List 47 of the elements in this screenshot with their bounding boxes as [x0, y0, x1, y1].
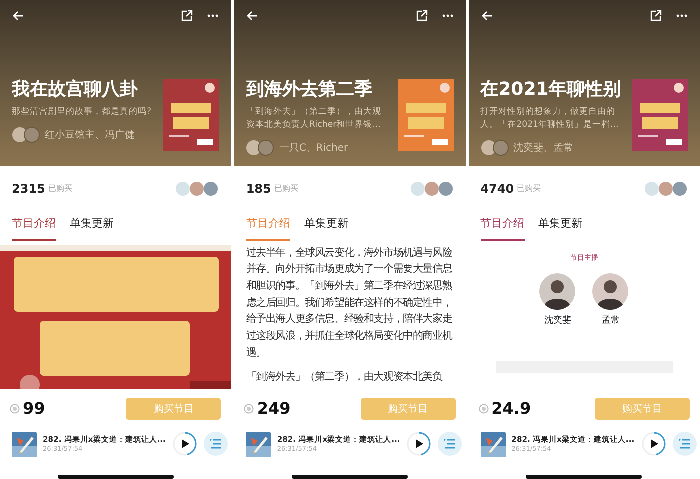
share-icon[interactable]	[650, 10, 662, 22]
tab[interactable]: 单集更新	[70, 216, 114, 240]
author-names: 沈奕斐、孟常	[514, 142, 574, 156]
buyer-avatars-icon	[410, 181, 454, 197]
price: 249	[257, 398, 291, 420]
avatar-icon[interactable]	[539, 273, 576, 310]
coin-icon	[10, 404, 20, 414]
program-description: 打开对性别的想象力，做更自由的人。「在2021年聊性别」是一档...	[480, 106, 620, 132]
playlist-icon[interactable]	[672, 432, 697, 456]
price: 24.9	[492, 398, 532, 420]
intro-paragraph: 「到海外去」（第二季），由大观资本北美负	[245, 370, 444, 386]
buyer-count: 4740	[480, 181, 514, 198]
author-names: 一只C、Richer	[279, 142, 348, 156]
playlist-icon[interactable]	[204, 432, 228, 456]
tab[interactable]: 节目介绍	[480, 216, 525, 240]
buyer-count: 2315	[12, 181, 46, 198]
tab[interactable]: 单集更新	[538, 216, 583, 240]
buyer-avatars-icon	[175, 181, 220, 197]
share-icon[interactable]	[416, 10, 428, 22]
buyer-label: 已购买	[48, 183, 72, 195]
host-name: 孟常	[602, 315, 620, 328]
buyer-label: 已购买	[517, 183, 542, 195]
price: 99	[23, 398, 46, 420]
program-description: 「到海外去」（第二季），由大观资本北美负责人Richer和世界银...	[246, 106, 382, 132]
author-avatars-icon	[12, 127, 40, 143]
coin-icon	[478, 404, 489, 414]
buyer-avatars-icon	[644, 181, 688, 197]
coin-icon	[244, 404, 254, 414]
buyer-count: 185	[246, 181, 272, 198]
program-title: 我在故宫聊八卦	[12, 79, 139, 101]
back-icon[interactable]	[12, 10, 24, 22]
avatar-icon[interactable]	[592, 273, 630, 310]
intro-paragraph: 过去半年，全球风云变化，海外市场机遇与风险并存。向外开拓市场更成为了一个需要大量信息和胆识的事。「到海外去」第二季在经过深思熟虑之后回归。我们希望能在这样的不确定性中，给予出海人更多信息、经验和支持，陪伴大家走过这段风浪，并抓住全球化格局变化中的商业机遇。	[245, 246, 454, 361]
back-icon[interactable]	[480, 10, 493, 22]
author-names: 红小豆馆主、冯广健	[45, 128, 135, 142]
playlist-icon[interactable]	[438, 432, 462, 456]
program-title: 在2021年聊性别	[480, 79, 622, 101]
back-icon[interactable]	[246, 10, 258, 22]
tab[interactable]: 单集更新	[304, 216, 348, 240]
program-title: 到海外去第二季	[246, 79, 374, 101]
share-icon[interactable]	[181, 10, 194, 22]
author-avatars-icon	[480, 140, 509, 156]
program-description: 那些清宫剧里的故事，都是真的吗?	[12, 106, 153, 119]
tab[interactable]: 节目介绍	[12, 216, 56, 240]
buyer-label: 已购买	[274, 183, 298, 195]
author-avatars-icon	[246, 140, 274, 156]
host-name: 沈奕斐	[544, 315, 572, 328]
